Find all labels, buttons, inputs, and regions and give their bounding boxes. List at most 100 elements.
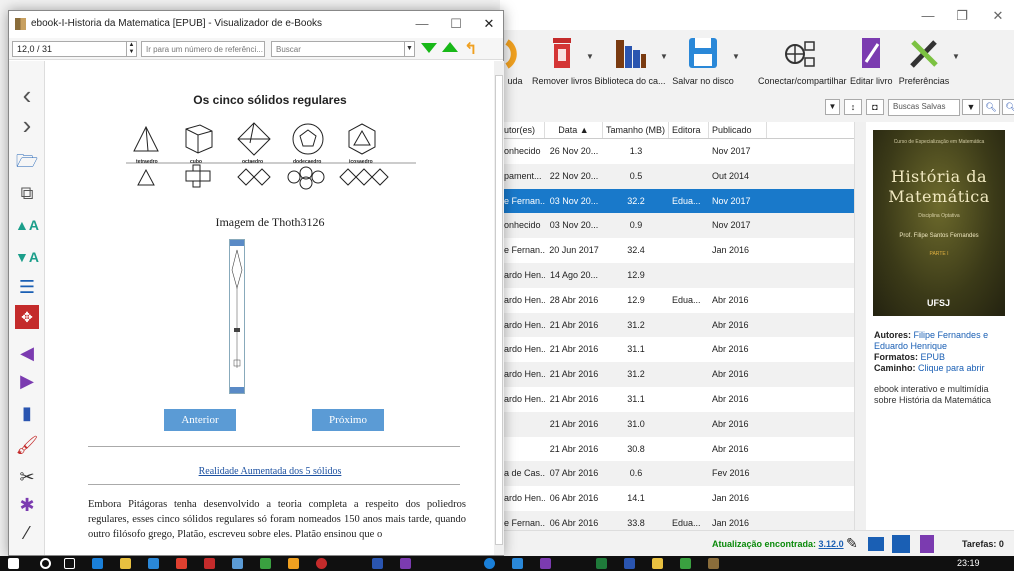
- app-icon[interactable]: [316, 558, 327, 569]
- spin-arrows-icon[interactable]: ▲ ▼: [126, 42, 136, 56]
- table-row[interactable]: e Fernan... 20 Jun 2017 32.4 Jan 2016: [501, 238, 866, 263]
- word-icon[interactable]: [624, 558, 635, 569]
- augmented-reality-link[interactable]: Realidade Aumentada dos 5 sólidos: [46, 466, 494, 477]
- edit-icon[interactable]: ✎: [846, 535, 858, 552]
- preferences-icon[interactable]: ✂: [15, 465, 39, 489]
- chevron-down-icon[interactable]: ▼: [732, 52, 740, 61]
- clock[interactable]: 23:19: [957, 558, 980, 568]
- table-row[interactable]: ardo Hen... 28 Abr 2016 12.9 Edua... Abr 201…: [501, 288, 866, 313]
- bookmark-back-icon[interactable]: ↰: [464, 39, 477, 59]
- grid-view-icon[interactable]: [892, 535, 910, 553]
- print-icon[interactable]: ⁄: [15, 521, 39, 545]
- app-icon[interactable]: [652, 558, 663, 569]
- table-row[interactable]: ardo Hen... 21 Abr 2016 31.1 Abr 2016: [501, 387, 866, 412]
- table-scrollbar[interactable]: [854, 122, 866, 530]
- minimize-icon[interactable]: —: [412, 16, 432, 31]
- app-icon[interactable]: [680, 558, 691, 569]
- find-previous-icon[interactable]: [442, 42, 458, 52]
- position-spinbox[interactable]: 12,0 / 31 ▲ ▼: [12, 41, 137, 57]
- close-icon[interactable]: ✕: [988, 8, 1008, 24]
- column-header-authors[interactable]: utor(es): [501, 122, 545, 138]
- close-icon[interactable]: ✕: [479, 16, 499, 32]
- search-icon[interactable]: 🔍︎: [982, 99, 1000, 115]
- copy-icon[interactable]: ⧉: [15, 181, 39, 205]
- table-of-contents-icon[interactable]: ☰: [15, 275, 39, 299]
- next-button[interactable]: Próximo: [312, 409, 384, 431]
- table-row[interactable]: ardo Hen... 21 Abr 2016 31.2 Abr 2016: [501, 362, 866, 387]
- fullscreen-icon[interactable]: ✥: [15, 305, 39, 329]
- toolbar-library-button[interactable]: Biblioteca do ca... ▼: [594, 34, 668, 92]
- saved-searches-select[interactable]: Buscas Salvas: [888, 99, 960, 116]
- table-row[interactable]: ardo Hen... 06 Abr 2016 14.1 Jan 2016: [501, 486, 866, 511]
- bookmark-icon[interactable]: ▮: [15, 401, 39, 425]
- table-row[interactable]: ardo Hen... 14 Ago 20... 12.9: [501, 262, 866, 288]
- book-icon[interactable]: [920, 535, 934, 553]
- table-row[interactable]: e Fernan... 06 Abr 2016 33.8 Edua... Jan 201…: [501, 510, 866, 530]
- search-icon[interactable]: [40, 558, 51, 569]
- app-icon[interactable]: [484, 558, 495, 569]
- column-header-date[interactable]: Data ▲: [545, 122, 603, 138]
- search-options-icon[interactable]: 🔍︎: [1002, 99, 1014, 115]
- app-icon[interactable]: [232, 558, 243, 569]
- find-next-icon[interactable]: [421, 43, 437, 53]
- tasks-counter[interactable]: Tarefas: 0: [962, 539, 1004, 549]
- explorer-icon[interactable]: [148, 558, 159, 569]
- viewer-scrollbar[interactable]: [494, 61, 504, 555]
- layout-icon[interactable]: [868, 537, 884, 551]
- search-history-dropdown[interactable]: ▼: [825, 99, 840, 115]
- next-page-icon[interactable]: ▶: [15, 369, 39, 393]
- excel-icon[interactable]: [596, 558, 607, 569]
- app-icon[interactable]: [288, 558, 299, 569]
- saved-search-dropdown[interactable]: ▼: [962, 99, 980, 115]
- start-icon[interactable]: [8, 558, 19, 569]
- table-row[interactable]: 21 Abr 2016 30.8 Abr 2016: [501, 437, 866, 462]
- table-row[interactable]: e Fernan... 03 Nov 20... 32.2 Edua... Nov 20…: [501, 188, 866, 214]
- saved-search-icon[interactable]: ◘: [866, 99, 884, 115]
- table-row[interactable]: onhecido 26 Nov 20... 1.3 Nov 2017: [501, 139, 866, 164]
- toolbar-connect-share-button[interactable]: Conectar/compartilhar: [758, 34, 847, 92]
- chevron-down-icon[interactable]: ▼: [660, 52, 668, 61]
- table-row[interactable]: pament... 22 Nov 20... 0.5 Out 2014: [501, 163, 866, 189]
- toolbar-preferences-button[interactable]: Preferências ▼: [892, 34, 960, 92]
- maximize-icon[interactable]: ☐: [446, 16, 466, 32]
- app-icon[interactable]: [372, 558, 383, 569]
- reference-input[interactable]: Ir para um número de referênci...: [141, 41, 265, 57]
- app-icon[interactable]: [540, 558, 551, 569]
- previous-button[interactable]: Anterior: [164, 409, 236, 431]
- column-header-publisher[interactable]: Editora: [669, 122, 709, 138]
- app-icon[interactable]: [512, 558, 523, 569]
- task-view-icon[interactable]: [64, 558, 75, 569]
- column-header-published[interactable]: Publicado: [709, 122, 767, 138]
- app-icon[interactable]: [204, 558, 215, 569]
- open-folder-icon[interactable]: 🗁︎: [15, 149, 39, 173]
- chevron-down-icon[interactable]: ▼: [586, 52, 594, 61]
- table-row[interactable]: ardo Hen... 21 Abr 2016 31.1 Abr 2016: [501, 337, 866, 362]
- back-icon[interactable]: ‹: [15, 82, 39, 108]
- formats-value[interactable]: EPUB: [921, 352, 946, 362]
- chrome-icon[interactable]: [176, 558, 187, 569]
- table-row[interactable]: 21 Abr 2016 31.0 Abr 2016: [501, 411, 866, 437]
- toolbar-remove-books-button[interactable]: Remover livros ▼: [532, 34, 594, 92]
- store-icon[interactable]: [120, 558, 131, 569]
- toolbar-edit-book-button[interactable]: Editar livro: [850, 34, 893, 92]
- table-row[interactable]: onhecido 03 Nov 20... 0.9 Nov 2017: [501, 213, 866, 239]
- toolbar-save-disk-button[interactable]: Salvar no disco ▼: [668, 34, 740, 92]
- edge-icon[interactable]: [92, 558, 103, 569]
- path-value[interactable]: Clique para abrir: [918, 363, 985, 373]
- chevron-down-icon[interactable]: ▼: [952, 52, 960, 61]
- font-larger-icon[interactable]: ▲A: [15, 213, 39, 237]
- previous-page-icon[interactable]: ◀: [15, 341, 39, 365]
- font-smaller-icon[interactable]: ▼A: [15, 245, 39, 269]
- app-icon[interactable]: [400, 558, 411, 569]
- sort-icon[interactable]: ↕: [844, 99, 862, 115]
- column-header-size[interactable]: Tamanho (MB): [603, 122, 669, 138]
- app-icon[interactable]: [260, 558, 271, 569]
- scrollbar-thumb[interactable]: [495, 75, 503, 545]
- calibre-icon[interactable]: [708, 558, 719, 569]
- chevron-down-icon[interactable]: ▼: [404, 42, 414, 56]
- search-input[interactable]: Buscar ▼: [271, 41, 415, 57]
- toolbar-help-button[interactable]: uda: [500, 34, 530, 92]
- table-row[interactable]: ardo Hen... 21 Abr 2016 31.2 Abr 2016: [501, 312, 866, 338]
- plugin-icon[interactable]: ✱: [15, 493, 39, 517]
- restore-icon[interactable]: ❐: [952, 8, 972, 24]
